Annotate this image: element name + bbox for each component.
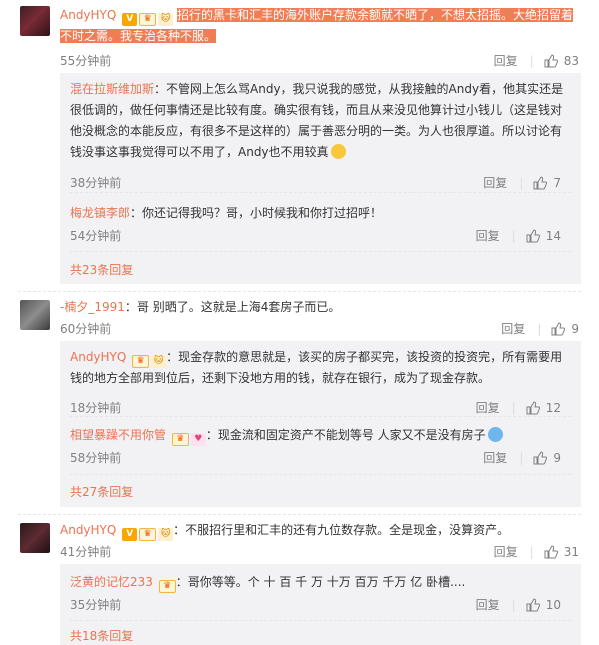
username[interactable]: 梅龙镇李郎 [70, 206, 130, 220]
comment-content: ：哥 别晒了。这就是上海4套房子而已。 [124, 300, 341, 314]
verified-badge-icon: V [122, 13, 138, 26]
thumbs-up-icon[interactable] [526, 598, 540, 612]
reply-text: 梅龙镇李郎：你还记得我吗？哥，小时候我和你打过招呼！ [70, 203, 571, 224]
username[interactable]: 相望暴躁不用你管 [70, 428, 166, 442]
reply-text: 泛黄的记忆233 ♛ ：哥你等等。个 十 百 千 万 十万 百万 千万 亿 卧槽.… [70, 572, 571, 593]
reply-button[interactable]: 回复 [494, 54, 518, 68]
reply-box: 泛黄的记忆233 ♛ ：哥你等等。个 十 百 千 万 十万 百万 千万 亿 卧槽.… [60, 564, 581, 645]
divider [70, 251, 571, 253]
reply-actions: 回复 | 14 [476, 227, 561, 244]
divider [70, 474, 571, 476]
username[interactable]: -楠夕_1991 [60, 300, 125, 314]
thread-divider [18, 291, 581, 293]
timestamp: 38分钟前 [70, 176, 122, 190]
thumbs-up-icon[interactable] [533, 451, 548, 465]
reply-text: AndyHYQ ♛ 🐱 ：现金存款的意思就是，该买的房子都买完，该投资的投资完，所有… [70, 347, 571, 389]
reply-button[interactable]: 回复 [476, 598, 500, 612]
reply-content: ：现金流和固定资产不能划等号 人家又不是没有房子 [205, 428, 486, 442]
cat-badge-icon: 🐱 [158, 13, 174, 26]
reply-content: ：哥你等等。个 十 百 千 万 十万 百万 千万 亿 卧槽.... [175, 575, 466, 589]
comment-text: AndyHYQ V ♛ 🐱 ：不服招行里和汇丰的还有九位数存款。全是现金，没算资产。 [60, 520, 581, 541]
thumbs-up-icon[interactable] [526, 229, 540, 243]
crown-badge-icon: ♛ [158, 580, 176, 593]
highlighted-text: 招行的黑卡和汇丰的海外账户存款余额就不晒了，不想太招摇。大绝招留着不时之需。我专… [60, 8, 574, 43]
crown-badge-icon: ♛ [171, 433, 189, 446]
reply-actions: 回复 | 10 [476, 596, 561, 613]
divider: | [519, 451, 524, 465]
cat-badge-icon: 🐱 [151, 355, 167, 368]
divider: | [511, 598, 516, 612]
like-count: 12 [545, 401, 561, 415]
timestamp: 35分钟前 [70, 598, 122, 612]
username[interactable]: 混在拉斯维加斯 [70, 82, 154, 96]
like-count: 10 [545, 598, 561, 612]
reply-content: ：你还记得我吗？哥，小时候我和你打过招呼！ [130, 206, 383, 220]
crown-badge-icon: ♛ [132, 355, 150, 368]
reply-button[interactable]: 回复 [476, 229, 500, 243]
verified-badge-icon: V [122, 528, 138, 541]
avatar[interactable] [20, 6, 50, 36]
timestamp: 18分钟前 [70, 401, 122, 415]
crown-badge-icon: ♛ [139, 528, 157, 541]
timestamp: 55分钟前 [60, 54, 112, 68]
username[interactable]: AndyHYQ [60, 523, 116, 537]
reply-box: 混在拉斯维加斯：不管网上怎么骂Andy，我只说我的感觉，从我接触的Andy看，他… [60, 73, 581, 284]
divider: | [537, 322, 542, 336]
like-count: 83 [563, 54, 579, 68]
thumbs-up-icon[interactable] [533, 176, 548, 190]
reply-actions: 回复 | 7 [483, 174, 561, 191]
comment-actions: 回复 | 9 [501, 320, 579, 337]
username[interactable]: AndyHYQ [60, 8, 116, 22]
reply-button[interactable]: 回复 [494, 545, 518, 559]
more-replies-link[interactable]: 共18条回复 [70, 627, 133, 644]
thumbs-up-icon[interactable] [526, 401, 540, 415]
username[interactable]: 泛黄的记忆233 [70, 575, 153, 589]
timestamp: 58分钟前 [70, 451, 122, 465]
timestamp: 60分钟前 [60, 322, 112, 336]
like-count: 31 [563, 545, 579, 559]
like-count: 9 [553, 451, 561, 465]
reply-box: AndyHYQ ♛ 🐱 ：现金存款的意思就是，该买的房子都买完，该投资的投资完，所有… [60, 341, 581, 507]
reply-button[interactable]: 回复 [483, 451, 507, 465]
avatar[interactable] [20, 300, 50, 330]
thumbs-up-icon[interactable] [544, 54, 558, 68]
more-replies-link[interactable]: 共23条回复 [70, 261, 133, 278]
divider: | [511, 229, 516, 243]
timestamp: 41分钟前 [60, 545, 112, 559]
divider: | [511, 401, 516, 415]
thread-divider [18, 514, 581, 516]
heart-badge-icon: ♥ [190, 433, 206, 446]
divider: | [529, 545, 534, 559]
thumbs-up-icon[interactable] [544, 545, 558, 559]
comment-actions: 回复 | 31 [494, 543, 579, 560]
reply-actions: 回复 | 12 [476, 399, 561, 416]
crown-badge-icon: ♛ [139, 13, 157, 26]
like-count: 9 [571, 322, 579, 336]
timestamp: 54分钟前 [70, 229, 122, 243]
avatar[interactable] [20, 523, 50, 553]
more-replies-link[interactable]: 共27条回复 [70, 483, 133, 500]
divider [70, 416, 571, 418]
divider [70, 620, 571, 622]
like-count: 7 [553, 176, 561, 190]
comment-content: ：不服招行里和汇丰的还有九位数存款。全是现金，没算资产。 [173, 523, 510, 537]
comment-actions: 回复 | 83 [494, 52, 579, 69]
reply-actions: 回复 | 9 [483, 449, 561, 466]
comment-text: AndyHYQ V ♛ 🐱 招行的黑卡和汇丰的海外账户存款余额就不晒了，不想太招摇。… [60, 5, 581, 47]
cat-badge-icon: 🐱 [158, 528, 174, 541]
reply-button[interactable]: 回复 [501, 322, 525, 336]
thumbs-up-icon[interactable] [551, 322, 566, 336]
username[interactable]: AndyHYQ [70, 350, 126, 364]
reply-text: 混在拉斯维加斯：不管网上怎么骂Andy，我只说我的感觉，从我接触的Andy看，他… [70, 79, 571, 163]
reply-text: 相望暴躁不用你管 ♛ ♥ ：现金流和固定资产不能划等号 人家又不是没有房子 [70, 425, 571, 446]
divider: | [529, 54, 534, 68]
reply-button[interactable]: 回复 [483, 176, 507, 190]
divider: | [519, 176, 524, 190]
reply-button[interactable]: 回复 [476, 401, 500, 415]
fist-emoji-icon [487, 427, 503, 442]
laugh-emoji-icon [330, 144, 346, 159]
divider [70, 192, 571, 194]
like-count: 14 [545, 229, 561, 243]
comment-text: -楠夕_1991：哥 别晒了。这就是上海4套房子而已。 [60, 297, 581, 318]
